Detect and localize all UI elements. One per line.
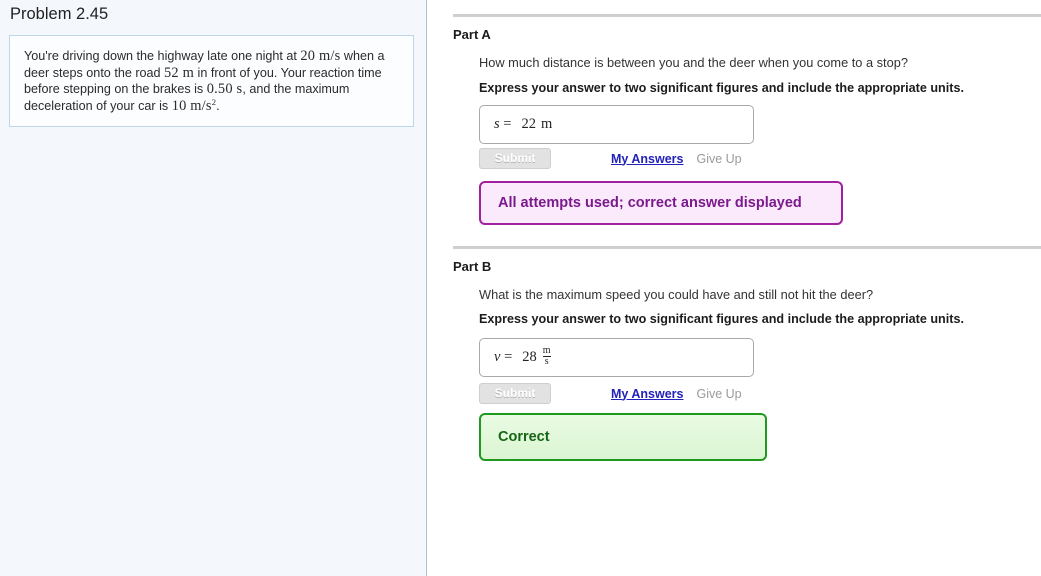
part-a-variable-label: s = — [494, 116, 512, 132]
deceleration-value: 10 m/s — [171, 97, 212, 114]
divider-part-a — [453, 14, 1041, 17]
page-title: Problem 2.45 — [10, 5, 109, 23]
part-a-give-up-link[interactable]: Give Up — [696, 152, 741, 166]
part-b-label: Part B — [453, 259, 492, 274]
part-a-answer-input[interactable]: s = 22 m — [479, 105, 754, 144]
part-a-label: Part A — [453, 27, 491, 42]
part-b-submit-button[interactable]: Submit — [479, 383, 551, 404]
answer-panel: Part A How much distance is between you … — [427, 0, 1041, 576]
part-a-actions: Submit My Answers Give Up — [479, 148, 742, 169]
part-b-unit-numerator: m — [542, 344, 551, 356]
part-b-actions: Submit My Answers Give Up — [479, 383, 742, 404]
part-b-feedback-text: Correct — [498, 429, 550, 445]
part-b-question: What is the maximum speed you could have… — [479, 287, 874, 302]
initial-speed-value: 20 m/s — [300, 48, 341, 64]
reaction-time-value: 0.50 s — [206, 81, 243, 97]
part-a-numeric-value: 22 — [521, 116, 536, 132]
problem-statement-box: You're driving down the highway late one… — [9, 35, 414, 127]
part-a-instruction: Express your answer to two significant f… — [479, 81, 964, 95]
part-a-feedback-text: All attempts used; correct answer displa… — [498, 195, 802, 211]
part-b-feedback-banner: Correct — [479, 413, 767, 461]
part-a-answer-value: 22 m — [521, 116, 552, 133]
statement-segment-5: . — [216, 98, 220, 113]
part-b-answer-value: 28 m s — [522, 344, 553, 368]
problem-statement-text: You're driving down the highway late one… — [24, 48, 399, 114]
part-a-my-answers-link[interactable]: My Answers — [611, 152, 683, 166]
part-a-submit-button[interactable]: Submit — [479, 148, 551, 169]
part-b-my-answers-link[interactable]: My Answers — [611, 387, 683, 401]
part-a-feedback-banner: All attempts used; correct answer displa… — [479, 181, 843, 225]
divider-part-b — [453, 246, 1041, 249]
part-b-give-up-link[interactable]: Give Up — [696, 387, 741, 401]
part-b-unit-fraction: ms — [541, 344, 553, 367]
part-b-numeric-value: 28 — [522, 349, 537, 365]
deer-distance-value: 52 m — [164, 64, 195, 81]
part-b-instruction: Express your answer to two significant f… — [479, 312, 964, 326]
problem-sidebar: Problem 2.45 You're driving down the hig… — [0, 0, 427, 576]
part-b-answer-input[interactable]: v = 28 m s — [479, 338, 754, 377]
mastering-physics-page: Problem 2.45 You're driving down the hig… — [0, 0, 1041, 576]
part-a-question: How much distance is between you and the… — [479, 55, 908, 70]
statement-segment-1: You're driving down the highway late one… — [24, 49, 301, 63]
part-b-unit-denominator: s — [542, 356, 551, 367]
part-a-unit: m — [540, 116, 553, 132]
part-b-variable-label: v = — [494, 349, 513, 365]
